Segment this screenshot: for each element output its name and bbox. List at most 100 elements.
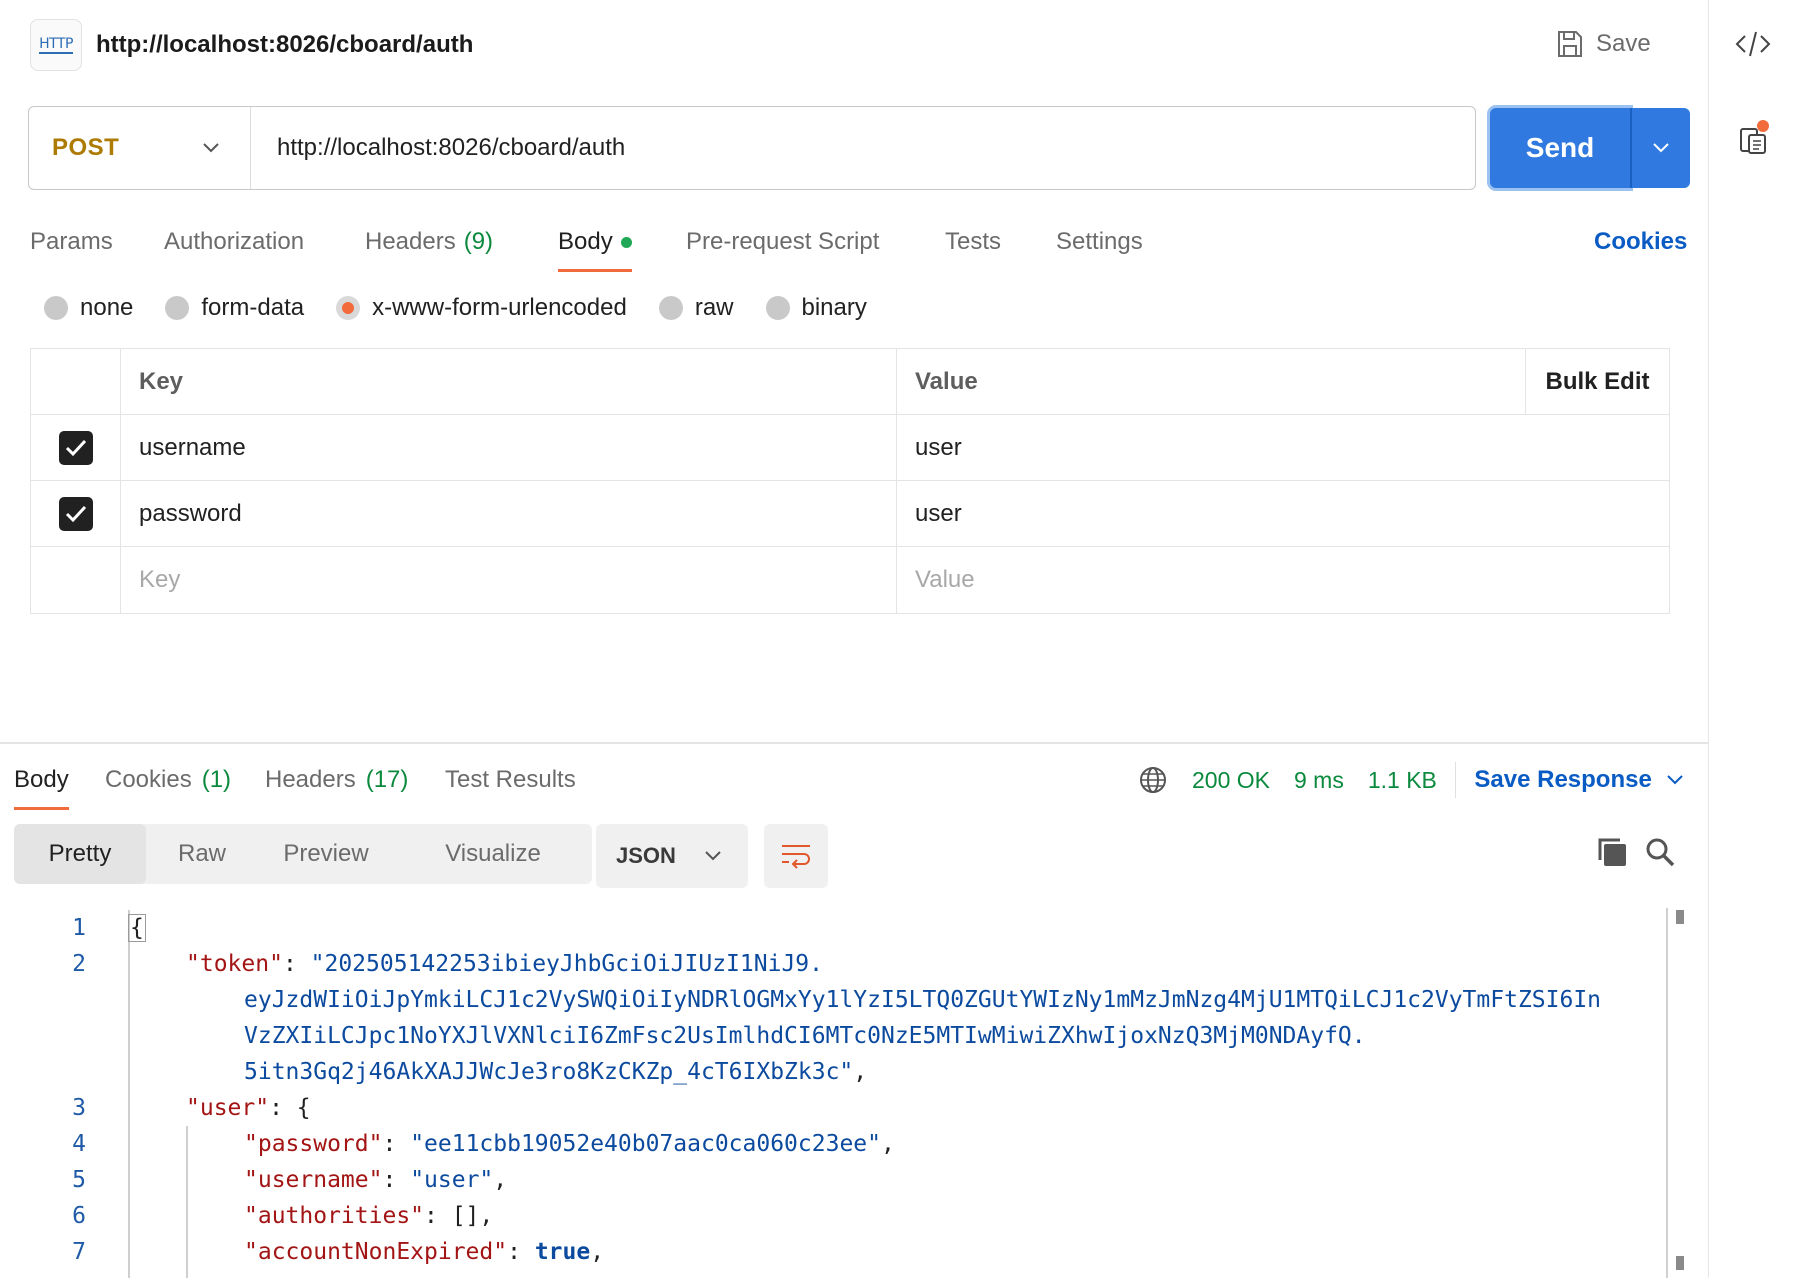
format-label: JSON bbox=[616, 843, 676, 868]
response-tab-headers[interactable]: Headers (17) bbox=[265, 754, 408, 806]
json-key: "accountNonExpired" bbox=[244, 1239, 508, 1265]
url-input[interactable] bbox=[251, 107, 1475, 189]
body-type-none[interactable]: none bbox=[44, 294, 133, 322]
view-visualize[interactable]: Visualize bbox=[394, 824, 592, 884]
tab-tests[interactable]: Tests bbox=[945, 216, 1001, 268]
method-select[interactable]: POST bbox=[29, 107, 251, 189]
new-key-input[interactable]: Key bbox=[121, 547, 897, 613]
code-icon bbox=[1735, 31, 1771, 57]
radio-binary[interactable] bbox=[765, 296, 790, 320]
row-check-cell bbox=[31, 481, 121, 546]
radio-form-data[interactable] bbox=[165, 296, 190, 320]
row-checkbox[interactable] bbox=[58, 496, 93, 531]
row-checkbox[interactable] bbox=[58, 430, 93, 465]
json-punct: : { bbox=[269, 1095, 311, 1121]
radio-urlencoded[interactable] bbox=[336, 296, 361, 320]
format-select[interactable]: JSON bbox=[596, 824, 748, 888]
response-divider[interactable] bbox=[0, 742, 1708, 744]
scrollbar-track[interactable] bbox=[1666, 908, 1668, 1278]
json-string: "user" bbox=[410, 1167, 494, 1193]
tab-tests-label: Tests bbox=[945, 228, 1002, 255]
line-number: 5 bbox=[72, 1167, 86, 1193]
send-button[interactable]: Send bbox=[1490, 108, 1630, 188]
json-key: "password" bbox=[244, 1131, 383, 1157]
row-key[interactable]: username bbox=[121, 415, 897, 480]
wrap-lines-icon bbox=[782, 845, 810, 869]
http-badge-label: HTTP bbox=[39, 36, 73, 54]
chevron-down-icon bbox=[1667, 775, 1683, 785]
scrollbar-thumb[interactable] bbox=[1676, 1256, 1684, 1270]
tab-params[interactable]: Params bbox=[30, 216, 113, 268]
new-value-input[interactable]: Value bbox=[897, 547, 1669, 613]
wrap-lines-button[interactable] bbox=[764, 824, 828, 888]
save-button[interactable]: Save bbox=[1556, 24, 1651, 64]
code-text: "accountNonExpired": true, bbox=[244, 1239, 605, 1265]
copy-icon bbox=[1598, 838, 1626, 866]
row-key[interactable]: password bbox=[121, 481, 897, 546]
line-number: 6 bbox=[72, 1203, 86, 1229]
row-value[interactable]: user bbox=[897, 481, 1669, 546]
key-column-header: Key bbox=[121, 349, 897, 414]
documentation-button[interactable] bbox=[1735, 120, 1771, 158]
save-icon bbox=[1558, 31, 1582, 57]
view-pretty[interactable]: Pretty bbox=[14, 824, 146, 884]
tab-authorization[interactable]: Authorization bbox=[164, 216, 304, 268]
response-tab-cookies-label: Cookies bbox=[105, 766, 192, 793]
tab-body[interactable]: Body bbox=[558, 216, 632, 272]
code-text: "token": "202505142253ibieyJhbGciOiJIUzI… bbox=[186, 951, 823, 977]
body-type-urlencoded[interactable]: x-www-form-urlencoded bbox=[336, 294, 627, 322]
tab-settings[interactable]: Settings bbox=[1056, 216, 1143, 268]
status-code[interactable]: 200 OK bbox=[1192, 767, 1270, 794]
scrollbar-thumb[interactable] bbox=[1676, 910, 1684, 924]
json-string: eyJzdWIiOiJpYmkiLCJ1c2VySWQiOiIyNDRlOGMx… bbox=[244, 987, 1602, 1013]
body-type-form-data[interactable]: form-data bbox=[165, 294, 304, 322]
line-number: 1 bbox=[72, 915, 86, 941]
body-type-urlencoded-label: x-www-form-urlencoded bbox=[372, 294, 627, 321]
copy-button[interactable] bbox=[1596, 836, 1630, 872]
body-type-raw-label: raw bbox=[694, 294, 734, 321]
search-button[interactable] bbox=[1644, 836, 1678, 872]
body-type-binary-label: binary bbox=[801, 294, 867, 321]
globe-icon[interactable] bbox=[1138, 765, 1168, 795]
body-type-raw[interactable]: raw bbox=[658, 294, 734, 322]
chevron-down-icon bbox=[1653, 143, 1669, 153]
body-type-binary[interactable]: binary bbox=[765, 294, 867, 322]
response-tab-body[interactable]: Body bbox=[14, 754, 69, 810]
cookies-link[interactable]: Cookies bbox=[1594, 216, 1687, 268]
code-text: "authorities": [], bbox=[244, 1203, 493, 1229]
tab-authorization-label: Authorization bbox=[164, 228, 305, 255]
json-string: 5itn3Gq2j46AkXAJJWcJe3ro8KzCKZp_4cT6IXbZ… bbox=[244, 1059, 854, 1085]
line-number: 7 bbox=[72, 1239, 86, 1265]
open-brace: { bbox=[128, 914, 146, 942]
notification-dot bbox=[1757, 120, 1769, 132]
form-params-table: Key Value Bulk Edit username user passwo… bbox=[30, 348, 1670, 614]
bulk-edit-button[interactable]: Bulk Edit bbox=[1525, 349, 1669, 414]
code-snippet-button[interactable] bbox=[1735, 26, 1771, 62]
send-options-button[interactable] bbox=[1630, 108, 1690, 188]
code-text: "username": "user", bbox=[244, 1167, 508, 1193]
tab-prerequest-script[interactable]: Pre-request Script bbox=[686, 216, 879, 268]
response-tab-cookies[interactable]: Cookies (1) bbox=[105, 754, 231, 806]
search-icon bbox=[1646, 838, 1675, 867]
cookies-count: (1) bbox=[201, 766, 232, 793]
response-body-viewer[interactable]: 1 { 2 "token": "202505142253ibieyJhbGciO… bbox=[0, 906, 1690, 1278]
indent-guide bbox=[186, 1126, 188, 1278]
response-tab-test-results[interactable]: Test Results bbox=[445, 754, 576, 806]
response-time[interactable]: 9 ms bbox=[1294, 767, 1344, 794]
body-type-none-label: none bbox=[80, 294, 134, 321]
response-tab-test-results-label: Test Results bbox=[445, 766, 576, 793]
response-status: 200 OK 9 ms 1.1 KB Save Response bbox=[1138, 754, 1684, 806]
view-raw[interactable]: Raw bbox=[146, 824, 258, 884]
value-column-header: Value bbox=[915, 367, 978, 395]
row-check-cell bbox=[31, 547, 121, 613]
json-key: "token" bbox=[186, 951, 283, 977]
radio-raw[interactable] bbox=[658, 296, 683, 320]
response-headers-count: (17) bbox=[365, 766, 409, 793]
row-value[interactable]: user bbox=[897, 415, 1669, 480]
view-preview[interactable]: Preview bbox=[258, 824, 394, 884]
response-size[interactable]: 1.1 KB bbox=[1368, 767, 1437, 794]
save-response-button[interactable]: Save Response bbox=[1474, 766, 1683, 794]
radio-none[interactable] bbox=[44, 296, 68, 320]
tab-headers[interactable]: Headers (9) bbox=[365, 216, 493, 268]
request-title[interactable]: http://localhost:8026/cboard/auth bbox=[96, 31, 473, 59]
